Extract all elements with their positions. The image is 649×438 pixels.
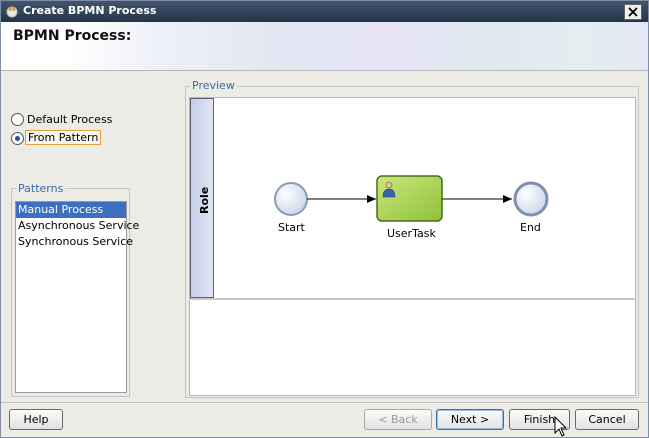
process-flow-diagram [274,175,549,222]
end-event [513,181,549,217]
preview-canvas: Role Start UserTask End [189,97,636,396]
start-event [274,182,308,216]
pattern-item-manual-process[interactable]: Manual Process [16,202,126,218]
footer-divider [1,402,648,403]
patterns-group-label: Patterns [16,182,66,195]
mouse-cursor-icon [554,416,568,437]
patterns-list[interactable]: Manual Process Asynchronous Service Sync… [15,201,139,393]
back-button[interactable]: < Back [364,409,432,430]
window-title: Create BPMN Process [23,4,157,17]
user-task-label: UserTask [387,227,436,240]
app-icon [6,5,18,18]
title-bar[interactable]: Create BPMN Process [1,1,648,22]
header-banner: BPMN Process: [1,22,648,70]
from-pattern-label[interactable]: From Pattern [25,130,102,145]
pattern-item-synchronous-service[interactable]: Synchronous Service [16,234,133,250]
create-bpmn-process-dialog: Create BPMN Process BPMN Process: Defaul… [0,0,649,438]
pattern-item-asynchronous-service[interactable]: Asynchronous Service [16,218,139,234]
swimlane-divider [190,298,635,300]
cancel-button[interactable]: Cancel [575,409,639,430]
default-process-label[interactable]: Default Process [27,113,112,126]
help-button[interactable]: Help [9,409,63,430]
preview-group-label: Preview [190,79,237,92]
next-button[interactable]: Next > [436,409,504,430]
end-event-label: End [520,221,541,234]
close-button[interactable] [624,4,642,20]
default-process-radio[interactable] [11,113,24,126]
from-pattern-radio[interactable] [11,132,24,145]
header-divider [1,70,648,71]
close-icon [628,7,638,17]
start-event-label: Start [278,221,305,234]
page-title: BPMN Process: [13,28,132,44]
